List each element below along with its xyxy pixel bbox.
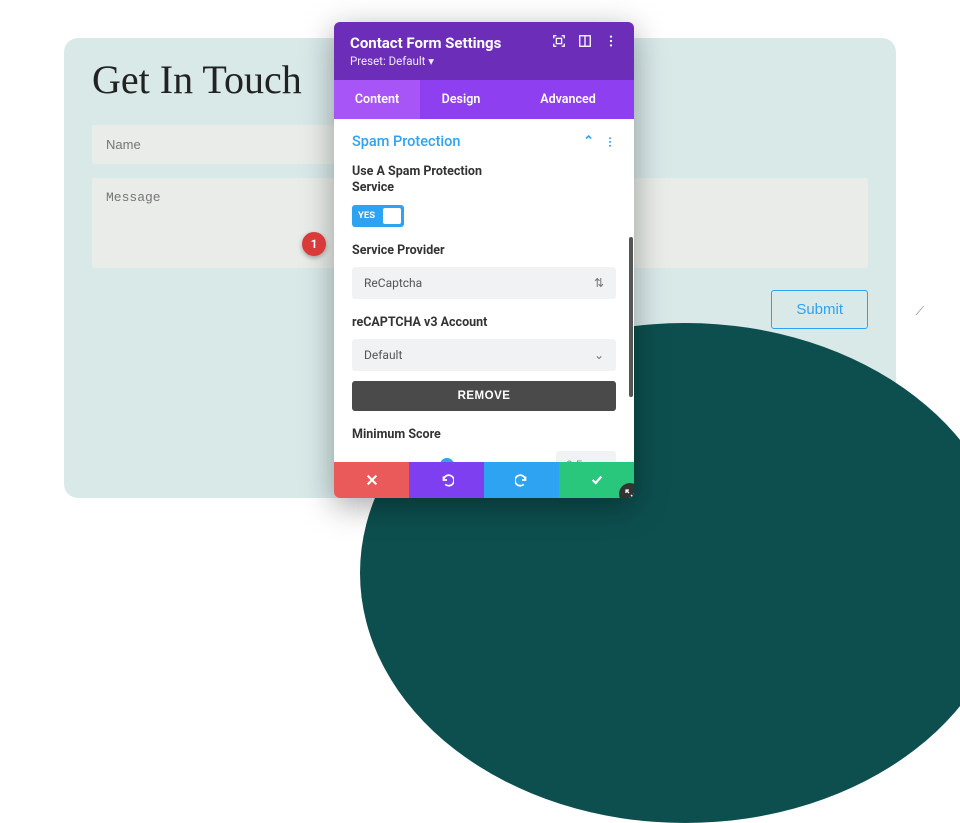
- settings-modal: Contact Form Settings Preset: Default ▾ …: [334, 22, 634, 498]
- resize-corner[interactable]: [619, 483, 634, 498]
- submit-button[interactable]: Submit: [771, 290, 868, 329]
- section-header: Spam Protection ⌃: [352, 133, 616, 150]
- expand-icon: [625, 489, 634, 498]
- tab-advanced[interactable]: Advanced: [502, 80, 634, 119]
- header-icons: [552, 34, 618, 48]
- slider-thumb[interactable]: [440, 458, 454, 462]
- redo-button[interactable]: [484, 462, 559, 498]
- undo-button[interactable]: [409, 462, 484, 498]
- score-input[interactable]: [556, 451, 616, 462]
- columns-icon[interactable]: [578, 34, 592, 48]
- updown-icon: ⇅: [594, 276, 604, 290]
- toggle-yes-text: YES: [352, 210, 375, 221]
- section-more-icon[interactable]: [604, 136, 616, 148]
- account-label: reCAPTCHA v3 Account: [352, 315, 616, 331]
- toggle-knob: [383, 208, 401, 224]
- score-slider-row: [352, 451, 616, 462]
- tab-design[interactable]: Design: [420, 80, 502, 119]
- account-select[interactable]: Default ⌄: [352, 339, 616, 371]
- more-icon[interactable]: [604, 34, 618, 48]
- modal-scroll: Spam Protection ⌃ Use A Spam Protection …: [334, 119, 634, 462]
- section-title[interactable]: Spam Protection: [352, 133, 460, 150]
- score-label: Minimum Score: [352, 427, 616, 443]
- modal-body: Spam Protection ⌃ Use A Spam Protection …: [334, 119, 634, 462]
- modal-header: Contact Form Settings Preset: Default ▾: [334, 22, 634, 80]
- modal-title-wrap: Contact Form Settings Preset: Default ▾: [350, 34, 552, 68]
- undo-icon: [440, 473, 454, 487]
- use-spam-label: Use A Spam Protection Service: [352, 164, 522, 197]
- section-actions: ⌃: [583, 134, 616, 149]
- provider-value: ReCaptcha: [364, 276, 422, 290]
- chevron-down-icon: ⌄: [594, 348, 604, 362]
- focus-icon[interactable]: [552, 34, 566, 48]
- provider-select[interactable]: ReCaptcha ⇅: [352, 267, 616, 299]
- modal-footer: [334, 462, 634, 498]
- spam-toggle[interactable]: YES: [352, 205, 404, 227]
- check-icon: [590, 473, 604, 487]
- tab-content[interactable]: Content: [334, 80, 420, 119]
- redo-icon: [515, 473, 529, 487]
- remove-button[interactable]: REMOVE: [352, 381, 616, 411]
- textarea-resize-handle[interactable]: ⟋: [916, 304, 924, 319]
- cancel-button[interactable]: [334, 462, 409, 498]
- account-group: reCAPTCHA v3 Account Default ⌄ REMOVE: [352, 315, 616, 411]
- preset-selector[interactable]: Preset: Default ▾: [350, 54, 552, 68]
- modal-title: Contact Form Settings: [350, 34, 552, 52]
- step-badge: 1: [302, 232, 326, 256]
- score-group: Minimum Score: [352, 427, 616, 462]
- close-icon: [365, 473, 379, 487]
- collapse-icon[interactable]: ⌃: [583, 134, 594, 149]
- account-value: Default: [364, 348, 402, 362]
- modal-tabs: Content Design Advanced: [334, 80, 634, 119]
- provider-group: Service Provider ReCaptcha ⇅: [352, 243, 616, 299]
- scrollbar[interactable]: [629, 237, 633, 397]
- provider-label: Service Provider: [352, 243, 616, 259]
